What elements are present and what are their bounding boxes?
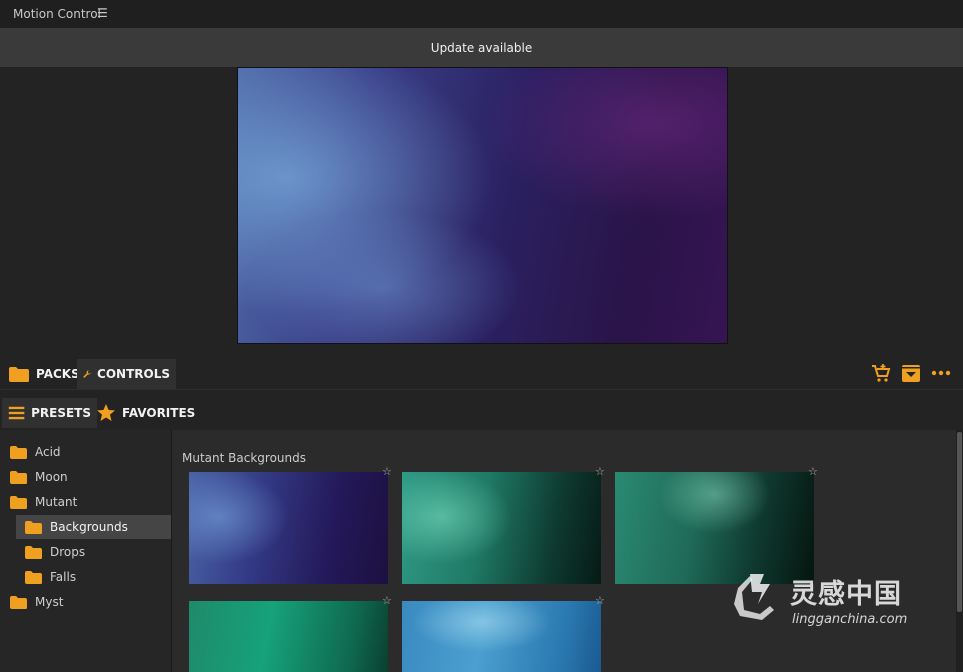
sidebar-item-label: Acid xyxy=(35,445,61,459)
wrench-icon xyxy=(83,370,91,378)
download-icon[interactable] xyxy=(901,363,921,383)
thumbnail-light-blue-smoke[interactable] xyxy=(402,601,601,672)
watermark-url-text: lingganchina.com xyxy=(792,612,908,627)
sidebar-item-falls[interactable]: Falls xyxy=(25,565,76,589)
app-title: Motion Control xyxy=(13,7,101,21)
toolbar-actions xyxy=(871,363,951,383)
folder-icon xyxy=(9,366,29,382)
title-bar: Motion Control ☰ xyxy=(0,0,963,28)
watermark-logo-icon xyxy=(734,574,774,620)
tab-favorites[interactable]: FAVORITES xyxy=(90,398,201,428)
sidebar-item-mutant[interactable]: Mutant xyxy=(10,490,77,514)
sidebar-item-acid[interactable]: Acid xyxy=(10,440,61,464)
sidebar-item-label: Moon xyxy=(35,470,68,484)
sub-tab-bar: PRESETS FAVORITES xyxy=(0,398,963,430)
list-icon xyxy=(8,406,25,420)
presets-grid: Mutant Backgrounds ☆ ☆ ☆ ☆ ☆ xyxy=(172,430,956,672)
thumbnail-blue-purple-smoke[interactable] xyxy=(189,472,388,584)
sidebar-item-myst[interactable]: Myst xyxy=(10,590,63,614)
tab-packs-label: PACKS xyxy=(36,367,80,381)
thumbnail-teal-smoke[interactable] xyxy=(402,472,601,584)
sidebar-item-label: Falls xyxy=(50,570,77,584)
favorite-star-icon[interactable]: ☆ xyxy=(595,465,605,478)
favorite-star-icon[interactable]: ☆ xyxy=(595,594,605,607)
sidebar-item-label: Backgrounds xyxy=(50,520,128,534)
folder-icon xyxy=(10,595,27,609)
folder-icon xyxy=(10,445,27,459)
sidebar-item-label: Myst xyxy=(35,595,64,609)
folder-icon xyxy=(25,570,42,584)
thumbnail-emerald-smoke[interactable] xyxy=(189,601,388,672)
section-heading: Mutant Backgrounds xyxy=(182,451,306,465)
folder-icon xyxy=(25,520,42,534)
update-banner[interactable]: Update available xyxy=(0,28,963,67)
folder-icon xyxy=(10,495,27,509)
star-icon xyxy=(97,404,115,421)
tab-controls[interactable]: CONTROLS xyxy=(77,359,176,389)
sidebar-item-moon[interactable]: Moon xyxy=(10,465,68,489)
update-banner-text: Update available xyxy=(430,40,533,55)
scrollbar-thumb[interactable] xyxy=(957,432,962,612)
hamburger-icon[interactable]: ☰ xyxy=(97,6,108,20)
folder-icon xyxy=(10,470,27,484)
tab-packs[interactable]: PACKS xyxy=(2,359,86,389)
sidebar: Acid Moon Mutant Backgrounds Drops Falls… xyxy=(0,430,172,672)
tab-presets-label: PRESETS xyxy=(31,406,91,420)
more-icon[interactable] xyxy=(931,363,951,383)
sidebar-item-label: Mutant xyxy=(35,495,78,509)
folder-icon xyxy=(25,545,42,559)
watermark: 灵感中国 lingganchina.com xyxy=(730,568,940,634)
sidebar-item-backgrounds[interactable]: Backgrounds xyxy=(16,515,171,539)
sidebar-item-drops[interactable]: Drops xyxy=(25,540,85,564)
watermark-chinese-text: 灵感中国 xyxy=(790,579,902,610)
favorite-star-icon[interactable]: ☆ xyxy=(382,594,392,607)
cart-add-icon[interactable] xyxy=(871,363,891,383)
tab-favorites-label: FAVORITES xyxy=(122,406,196,420)
tab-controls-label: CONTROLS xyxy=(97,367,170,381)
sidebar-item-label: Drops xyxy=(50,545,86,559)
favorite-star-icon[interactable]: ☆ xyxy=(808,465,818,478)
tab-presets[interactable]: PRESETS xyxy=(2,398,97,428)
main-tab-bar: PACKS CONTROLS xyxy=(0,357,963,390)
video-preview xyxy=(237,67,728,344)
favorite-star-icon[interactable]: ☆ xyxy=(382,465,392,478)
